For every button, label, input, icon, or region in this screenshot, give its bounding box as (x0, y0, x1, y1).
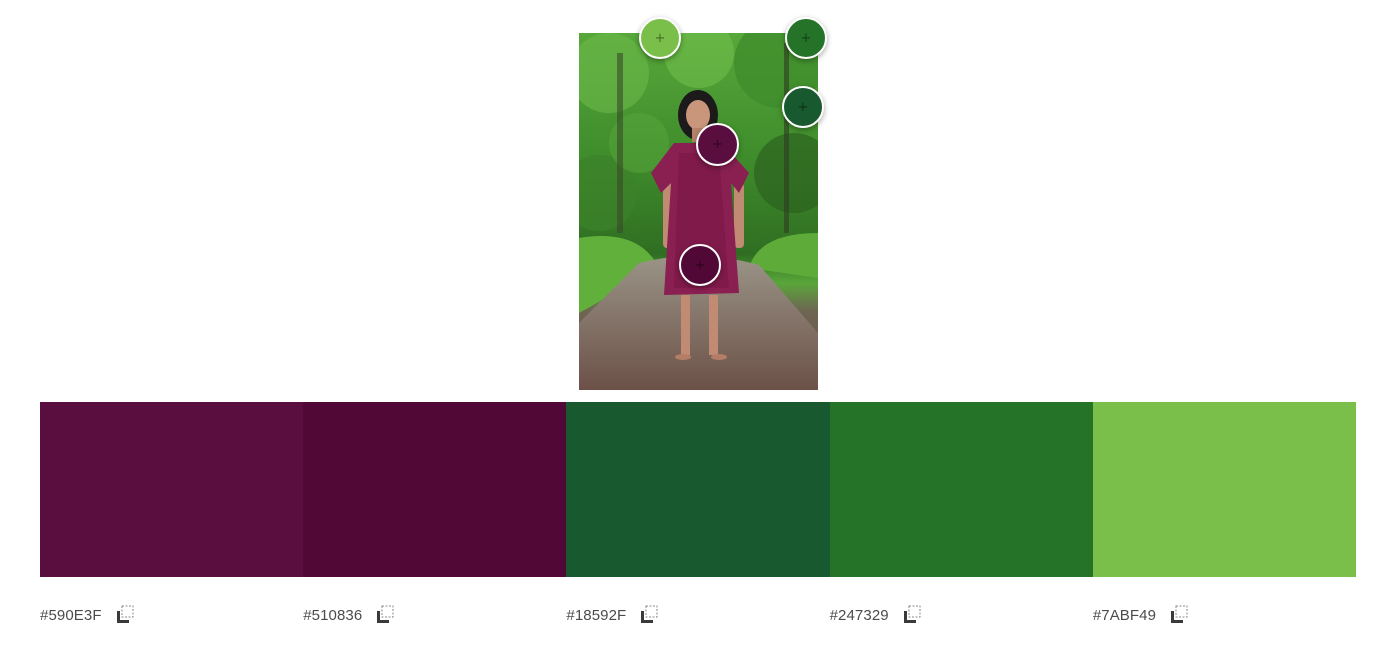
plus-icon: + (654, 30, 666, 46)
plus-icon: + (712, 137, 723, 152)
hex-code[interactable]: #590E3F (40, 607, 102, 624)
hex-code[interactable]: #18592F (566, 607, 626, 624)
copy-icon[interactable] (639, 605, 659, 625)
swatch-label-2: #510836 (303, 600, 566, 630)
swatch-2[interactable] (303, 402, 567, 577)
swatch-4[interactable] (829, 402, 1093, 577)
swatch-3[interactable] (566, 402, 830, 577)
color-picker-plum-upper[interactable]: + (696, 123, 739, 166)
swatch-5[interactable] (1092, 402, 1357, 577)
copy-icon[interactable] (375, 605, 395, 625)
color-picker-dark-green[interactable]: + (782, 86, 824, 128)
swatch-1[interactable] (40, 402, 304, 577)
swatch-label-3: #18592F (566, 600, 829, 630)
palette-labels: #590E3F #510836 #18592F #247329 #7ABF49 (40, 600, 1356, 630)
copy-icon[interactable] (902, 605, 922, 625)
hex-code[interactable]: #510836 (303, 607, 362, 624)
source-photo (579, 33, 818, 390)
copy-icon[interactable] (1169, 605, 1189, 625)
color-picker-green[interactable]: + (785, 17, 827, 59)
color-theme-extractor: + + + + + #590E3F #510836 #18592F #24732… (0, 0, 1377, 670)
photo-illustration (579, 33, 818, 390)
plus-icon: + (800, 30, 812, 46)
swatch-label-4: #247329 (830, 600, 1093, 630)
copy-icon[interactable] (115, 605, 135, 625)
swatch-label-5: #7ABF49 (1093, 600, 1356, 630)
color-picker-light-green[interactable]: + (639, 17, 681, 59)
plus-icon: + (797, 99, 809, 115)
hex-code[interactable]: #7ABF49 (1093, 607, 1156, 624)
palette-swatches (40, 402, 1357, 577)
swatch-label-1: #590E3F (40, 600, 303, 630)
hex-code[interactable]: #247329 (830, 607, 889, 624)
plus-icon: + (694, 257, 706, 273)
color-picker-plum-lower[interactable]: + (679, 244, 721, 286)
